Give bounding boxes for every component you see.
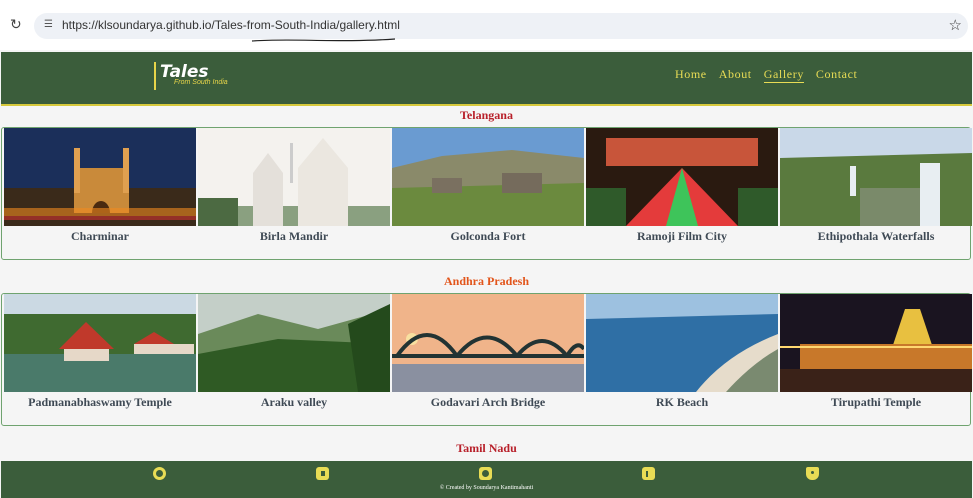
site-footer: © Created by Soundarya Kantimahanti	[1, 461, 972, 498]
godavari-arch-bridge-image	[392, 294, 584, 392]
nav-menu: Home About Gallery Contact	[675, 67, 857, 83]
map-icon[interactable]	[806, 467, 819, 480]
logo-subtitle: From South India	[174, 79, 228, 86]
place-name: Padmanabhaswamy Temple	[28, 395, 172, 409]
linkedin-icon[interactable]	[642, 467, 655, 480]
birla-mandir-image	[198, 128, 390, 226]
gallery-card[interactable]: Ramoji Film City	[585, 128, 779, 244]
youtube-icon[interactable]	[316, 467, 329, 480]
padmanabhaswamy-temple-image	[4, 294, 196, 392]
section-title-andhra-pradesh: Andhra Pradesh	[443, 274, 529, 288]
browser-chrome: ↻ ☰ https://klsoundarya.github.io/Tales-…	[0, 0, 973, 50]
gallery-card[interactable]: Birla Mandir	[197, 128, 391, 244]
nav-home[interactable]: Home	[675, 67, 707, 83]
gallery-card[interactable]: Araku valley	[197, 294, 391, 410]
site-logo[interactable]: Tales From South India	[154, 62, 228, 90]
copyright-text: © Created by Soundarya Kantimahanti	[439, 485, 534, 491]
star-icon[interactable]: ☆	[949, 16, 962, 34]
section-title-tamil-nadu: Tamil Nadu	[456, 441, 517, 455]
scribble-mark	[251, 38, 396, 42]
gallery-card[interactable]: Golconda Fort	[391, 128, 585, 244]
url-text[interactable]: https://klsoundarya.github.io/Tales-from…	[62, 18, 400, 32]
gallery-card[interactable]: RK Beach	[585, 294, 779, 410]
araku-valley-image	[198, 294, 390, 392]
place-name: Godavari Arch Bridge	[430, 395, 546, 409]
place-name: Charminar	[71, 229, 129, 243]
golconda-fort-image	[392, 128, 584, 226]
gallery-card[interactable]: Padmanabhaswamy Temple	[3, 294, 197, 410]
place-name: RK Beach	[655, 395, 709, 409]
gallery-card[interactable]: Charminar	[3, 128, 197, 244]
instagram-icon[interactable]	[479, 467, 492, 480]
reload-icon[interactable]: ↻	[10, 17, 22, 33]
ramoji-film-city-image	[586, 128, 778, 226]
facebook-icon[interactable]	[153, 467, 166, 480]
gallery-card[interactable]: Ethipothala Waterfalls	[779, 128, 973, 244]
gallery-card[interactable]: Tirupathi Temple	[779, 294, 973, 410]
site-info-icon[interactable]: ☰	[44, 19, 53, 30]
place-name: Golconda Fort	[450, 229, 526, 243]
place-name: Tirupathi Temple	[830, 395, 922, 409]
place-name: Ethipothala Waterfalls	[817, 229, 935, 243]
rk-beach-image	[586, 294, 778, 392]
place-name: Ramoji Film City	[637, 229, 727, 243]
nav-contact[interactable]: Contact	[816, 67, 858, 83]
site-navbar: Tales From South India Home About Galler…	[1, 52, 972, 106]
nav-gallery[interactable]: Gallery	[763, 67, 804, 83]
ethipothala-waterfalls-image	[780, 128, 972, 226]
gallery-telangana: Charminar Birla Mandir Golconda Fort Ram…	[1, 127, 973, 260]
address-bar[interactable]: ☰ https://klsoundarya.github.io/Tales-fr…	[34, 13, 968, 39]
tirupathi-temple-image	[780, 294, 972, 392]
gallery-andhra-pradesh: Padmanabhaswamy Temple Araku valley Goda…	[1, 293, 973, 426]
charminar-image	[4, 128, 196, 226]
gallery-card[interactable]: Godavari Arch Bridge	[391, 294, 585, 410]
nav-about[interactable]: About	[719, 67, 752, 83]
place-name: Araku valley	[260, 395, 328, 409]
section-title-telangana: Telangana	[460, 108, 513, 122]
place-name: Birla Mandir	[259, 229, 329, 243]
